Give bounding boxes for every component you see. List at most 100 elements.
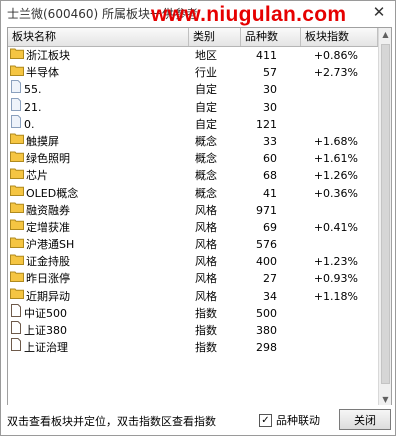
row-name: 融资融券 [26, 203, 70, 217]
row-count: 380 [256, 324, 277, 337]
table-body: 浙江板块 地区 411 +0.86% 半导体 行业 57 +2.73% 55. 自定 30 21. 自定… [8, 47, 378, 356]
doc-icon [10, 338, 22, 356]
row-index: +0.41% [313, 220, 358, 234]
row-category: 风格 [195, 255, 217, 269]
table-row[interactable]: 中证500 指数 500 [8, 303, 378, 322]
row-name: 昨日涨停 [26, 272, 70, 286]
title-bar: 士兰微(600460) 所属板块一供参考 www.niugulan.com ✕ [1, 1, 395, 26]
page-icon [10, 97, 22, 116]
folder-icon [10, 201, 24, 218]
folder-icon [10, 64, 24, 81]
folder-icon [10, 150, 24, 167]
row-count: 400 [256, 255, 277, 269]
row-name-cell: 近期异动 [10, 288, 188, 305]
row-name-cell: 绿色照明 [10, 150, 188, 167]
page-icon [10, 80, 22, 98]
folder-icon [10, 287, 24, 304]
table-row[interactable]: 定增获准 风格 69 +0.41% [8, 219, 378, 236]
row-name-cell: 中证500 [10, 303, 188, 322]
row-category: 指数 [195, 306, 217, 320]
column-header-count[interactable]: 品种数 [241, 28, 301, 46]
close-icon[interactable]: ✕ [371, 4, 387, 20]
scrollbar-thumb[interactable] [381, 44, 390, 384]
doc-icon [10, 303, 22, 322]
row-count: 121 [256, 117, 277, 131]
row-name: 触摸屏 [26, 134, 59, 148]
column-header-name[interactable]: 板块名称 [8, 28, 189, 46]
row-name: 中证500 [24, 306, 67, 320]
row-count: 41 [263, 186, 277, 200]
row-name: 芯片 [26, 169, 48, 183]
table-row[interactable]: 0. 自定 121 [8, 114, 378, 133]
row-name-cell: 21. [10, 97, 188, 116]
row-name: 绿色照明 [26, 152, 70, 166]
row-count: 500 [256, 306, 277, 320]
row-name-cell: 融资融券 [10, 202, 188, 219]
table-row[interactable]: 近期异动 风格 34 +1.18% [8, 288, 378, 305]
table-row[interactable]: 芯片 概念 68 +1.26% [8, 167, 378, 184]
row-name: 证金持股 [26, 255, 70, 269]
row-category: 地区 [195, 49, 217, 62]
table-row[interactable]: 上证治理 指数 298 [8, 338, 378, 356]
table-row[interactable]: 融资融券 风格 971 [8, 202, 378, 219]
row-name: 半导体 [26, 66, 59, 80]
row-category: 指数 [195, 324, 217, 337]
checkbox-icon[interactable]: ✓ [259, 413, 272, 427]
sync-checkbox[interactable]: ✓ 品种联动 [259, 412, 320, 428]
row-index: +0.86% [313, 49, 358, 62]
row-count: 68 [263, 169, 277, 183]
hint-text: 双击查看板块并定位，双击指数区查看指数 [7, 415, 216, 428]
table-row[interactable]: 半导体 行业 57 +2.73% [8, 64, 378, 81]
table-row[interactable]: OLED概念 概念 41 +0.36% [8, 185, 378, 202]
table-row[interactable]: 上证380 指数 380 [8, 321, 378, 339]
row-category: 概念 [195, 186, 217, 200]
row-category: 自定 [195, 100, 217, 114]
column-header-category[interactable]: 类别 [189, 28, 241, 46]
row-index [301, 116, 358, 133]
row-name-cell: 浙江板块 [10, 47, 188, 64]
row-index: +1.61% [313, 152, 358, 166]
row-name-cell: 芯片 [10, 167, 188, 184]
row-name: 55. [24, 83, 42, 97]
watermark: www.niugulan.com [151, 3, 347, 26]
row-name-cell: 0. [10, 114, 188, 133]
row-category: 风格 [195, 203, 217, 217]
row-category: 概念 [195, 134, 217, 148]
column-header-index[interactable]: 板块指数 [301, 28, 378, 46]
row-index: +0.36% [313, 186, 358, 200]
row-name: 浙江板块 [26, 49, 70, 62]
row-name-cell: 沪港通SH [10, 236, 188, 253]
scroll-up-arrow-icon[interactable]: ▲ [379, 28, 391, 41]
table-header: 板块名称 类别 品种数 板块指数 [8, 28, 378, 47]
row-name-cell: 上证380 [10, 321, 188, 339]
folder-icon [10, 47, 24, 64]
table-row[interactable]: 浙江板块 地区 411 +0.86% [8, 47, 378, 64]
checkbox-label: 品种联动 [276, 414, 320, 427]
row-category: 概念 [195, 152, 217, 166]
row-count: 576 [256, 238, 277, 252]
table-row[interactable]: 昨日涨停 风格 27 +0.93% [8, 270, 378, 287]
table-row[interactable]: 触摸屏 概念 33 +1.68% [8, 133, 378, 150]
table-row[interactable]: 沪港通SH 风格 576 [8, 236, 378, 253]
row-count: 411 [256, 49, 277, 62]
row-name-cell: 55. [10, 80, 188, 98]
row-name: 定增获准 [26, 220, 70, 234]
row-index: +0.93% [313, 272, 358, 286]
row-index: +1.26% [313, 169, 358, 183]
row-index [301, 339, 358, 356]
table-row[interactable]: 绿色照明 概念 60 +1.61% [8, 150, 378, 167]
close-button[interactable]: 关闭 [339, 409, 391, 430]
row-name: 0. [24, 117, 35, 131]
row-category: 自定 [195, 83, 217, 97]
vertical-scrollbar[interactable]: ▲ ▼ [378, 28, 391, 406]
row-index: +1.23% [313, 255, 358, 269]
row-index [301, 202, 358, 219]
row-count: 60 [263, 152, 277, 166]
table-row[interactable]: 21. 自定 30 [8, 97, 378, 116]
folder-icon [10, 236, 24, 253]
table-row[interactable]: 55. 自定 30 [8, 80, 378, 98]
table-row[interactable]: 证金持股 风格 400 +1.23% [8, 253, 378, 270]
row-name-cell: 昨日涨停 [10, 270, 188, 287]
row-count: 27 [263, 272, 277, 286]
page-icon [10, 114, 22, 133]
